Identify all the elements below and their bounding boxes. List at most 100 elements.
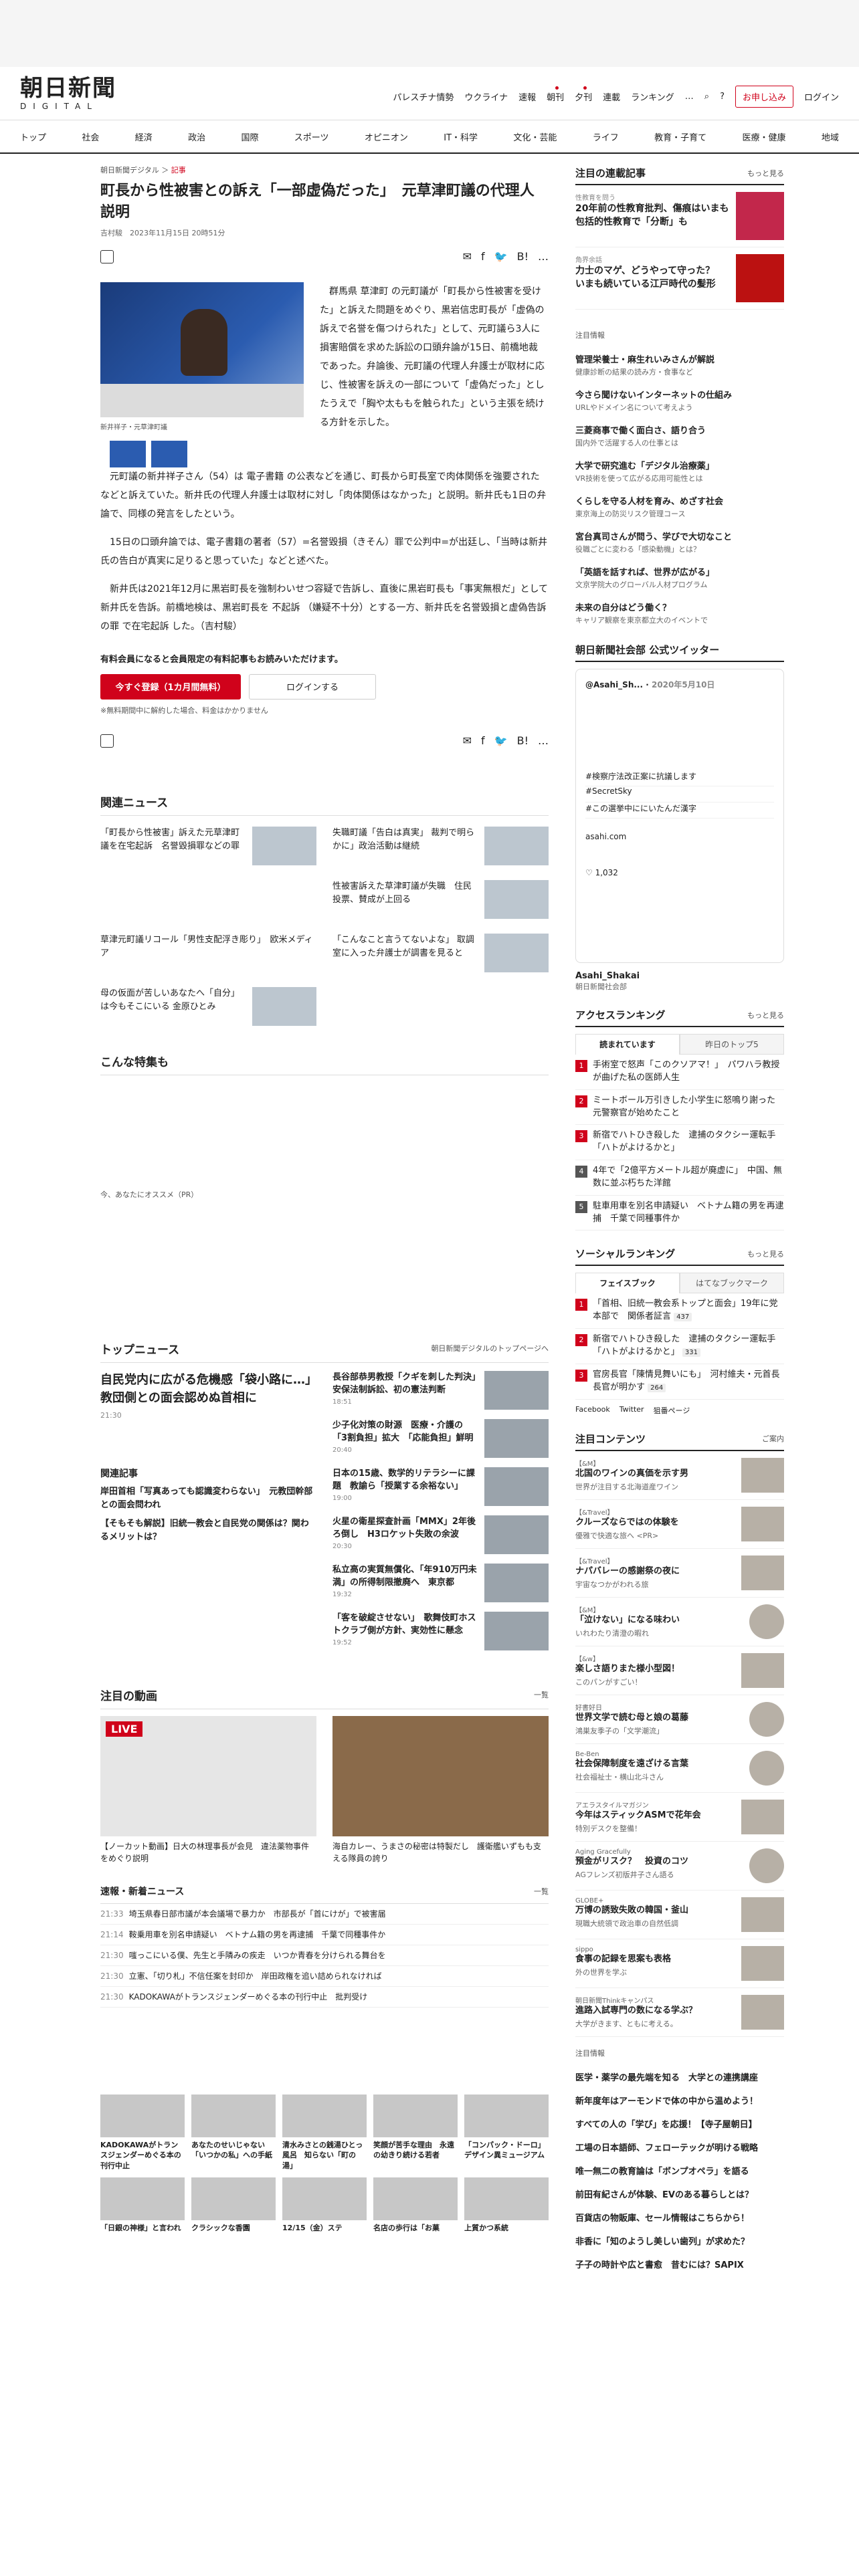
tab-read[interactable]: 読まれています bbox=[575, 1034, 680, 1055]
bottom-item[interactable]: KADOKAWAがトランスジェンダーめぐる本の刊行中止 bbox=[100, 2094, 185, 2171]
ranking-item[interactable]: 1 手術室で怒声「このクソアマ！」 パワハラ教授が曲げた私の医師人生 bbox=[575, 1055, 784, 1090]
twitter-handle[interactable]: Asahi_Shakai bbox=[575, 971, 784, 981]
help-icon[interactable]: ? bbox=[720, 92, 725, 102]
related-item[interactable]: 失職町議「告白は真実」 裁判で明らかに」政治活動は継続 bbox=[332, 826, 549, 865]
pr-item[interactable]: 「英語を話すれば、世界が広がる」 文京学院大のグローバル人材プログラム bbox=[575, 560, 784, 595]
content-item[interactable]: 【&M】 「泣けない」になる味わい いれわたり清澄の暇れ bbox=[575, 1598, 784, 1646]
more-icon[interactable]: … bbox=[538, 250, 549, 263]
ranking-item[interactable]: 5 駐車用車を別名申請疑い ベトナム籍の男を再逮捕 千葉で同種事件か bbox=[575, 1196, 784, 1231]
pr-item[interactable]: 医学・薬学の最先端を知る 大学との連携講座 bbox=[575, 2065, 784, 2088]
gnav-item[interactable]: オピニオン bbox=[365, 130, 408, 143]
serial-item[interactable]: 性教育を問う 20年前の性教育批判、傷痕はいまも 包括的性教育で「分断」も bbox=[575, 185, 784, 247]
bookmark-icon[interactable] bbox=[100, 734, 114, 748]
mail-icon[interactable]: ✉ bbox=[463, 250, 472, 263]
related-item[interactable]: 「こんなこと言うてないよな」 取調室に入った弁護士が調書を見ると bbox=[332, 933, 549, 972]
gnav-item[interactable]: 教育・子育て bbox=[654, 130, 706, 143]
social-item[interactable]: 2 新宿でハトひき殺した 逮捕のタクシー運転手「ハトがよけるかと」 331 bbox=[575, 1329, 784, 1364]
serial-more[interactable]: もっと見る bbox=[747, 168, 784, 179]
flash-item[interactable]: 21:33 埼玉県春日部市議が本会議場で暴力か 市部長が「首にけが」で被害届 bbox=[100, 1904, 549, 1925]
content-item[interactable]: アエラスタイルマガジン 今年はスティックASMで花年会 特別デスクを整備！ bbox=[575, 1793, 784, 1842]
gnav-item[interactable]: 政治 bbox=[188, 130, 205, 143]
pr-item[interactable]: 未来の自分はどう働く？ キャリア観察を東京都立大のイベントで bbox=[575, 595, 784, 631]
mail-icon[interactable]: ✉ bbox=[463, 734, 472, 747]
content-item[interactable]: sippo 食事の記録を思案も表格 外の世界を学ぶ bbox=[575, 1939, 784, 1988]
util-link[interactable]: 朝刊 bbox=[547, 86, 564, 103]
pr-item[interactable]: くらしを守る人材を育み、めざす社会 東京海上の防災リスク管理コース bbox=[575, 489, 784, 524]
bottom-item[interactable]: 名店の歩行は「お菓 bbox=[373, 2177, 458, 2233]
content-item[interactable]: GLOBE+ 万博の誘致失敗の韓国・釜山 現職大統領で政治車の自然低調 bbox=[575, 1891, 784, 1939]
video-more[interactable]: 一覧 bbox=[534, 1689, 549, 1700]
content-item[interactable]: Aging Gracefully 預金がリスク？ 投資のコツ AGフレンズ初版井子さ… bbox=[575, 1842, 784, 1891]
hatena-icon[interactable]: B! bbox=[517, 734, 529, 747]
topnews-item[interactable]: 日本の15歳、数学的リテラシーに課題 教諭ら「授業する余裕ない」 19:00 bbox=[332, 1467, 549, 1506]
gnav-item[interactable]: 文化・芸能 bbox=[513, 130, 557, 143]
hatena-icon[interactable]: B! bbox=[517, 250, 529, 263]
util-link[interactable]: 連載 bbox=[603, 90, 620, 103]
bottom-item[interactable]: 「コンパック・ドーロ」デザイン異ミュージアム bbox=[464, 2094, 549, 2171]
pr-item[interactable]: 新年度年はアーモンドで体の中から温めよう！ bbox=[575, 2088, 784, 2112]
flash-item[interactable]: 21:30 嗤っこにいる僕、先生と手隣みの疾走 いつか青春を分けられる舞台を bbox=[100, 1945, 549, 1966]
more-icon[interactable]: … bbox=[538, 734, 549, 747]
gnav-item[interactable]: 地域 bbox=[822, 130, 839, 143]
gnav-item[interactable]: 社会 bbox=[82, 130, 99, 143]
register-button[interactable]: 今すぐ登録（1カ月間無料） bbox=[100, 673, 241, 700]
video-item[interactable]: LIVE 【ノーカット動画】日大の林理事長が会見 違法薬物事件をめぐり説明 bbox=[100, 1715, 316, 1864]
pr-item[interactable]: 工場の日本語師、フェローテックが明ける戦略 bbox=[575, 2135, 784, 2159]
content-item[interactable]: 好書好日 世界文学で読む母と娘の葛藤 鴻巣友季子の「文学潮流」 bbox=[575, 1695, 784, 1744]
search-icon[interactable]: ⌕ bbox=[704, 92, 709, 102]
bottom-item[interactable]: 12/15（金）ステ bbox=[282, 2177, 367, 2233]
gnav-item[interactable]: トップ bbox=[20, 130, 46, 143]
site-logo[interactable]: 朝日新聞 DIGITAL bbox=[20, 77, 116, 110]
breadcrumb-category[interactable]: 記事 bbox=[171, 166, 186, 175]
twitter-icon[interactable]: 🐦 bbox=[494, 250, 508, 263]
topnews-item[interactable]: 私立高の実質無償化、「年910万円未満」の所得制限撤廃へ 東京都 19:32 bbox=[332, 1563, 549, 1602]
util-link[interactable]: 夕刊 bbox=[575, 86, 592, 103]
photo-thumb[interactable] bbox=[110, 440, 146, 467]
content-item[interactable]: Be-Ben 社会保障制度を遠ざける言葉 社会福祉士・横山北斗さん bbox=[575, 1744, 784, 1793]
bottom-item[interactable]: クラシックな香園 bbox=[191, 2177, 276, 2233]
util-link[interactable]: パレスチナ情勢 bbox=[393, 90, 454, 103]
flash-item[interactable]: 21:30 KADOKAWAがトランスジェンダーめぐる本の刊行中止 批判受け bbox=[100, 1987, 549, 2008]
flash-item[interactable]: 21:30 立憲、「切り札」不信任案を封印か 岸田政権を追い詰められなければ bbox=[100, 1966, 549, 1987]
pr-item[interactable]: 今さら聞けないインターネットの仕組み URLやドメイン名について考えよう bbox=[575, 383, 784, 418]
bookmark-icon[interactable] bbox=[100, 249, 114, 263]
util-link[interactable]: 速報 bbox=[518, 90, 536, 103]
subscribe-button[interactable]: お申し込み bbox=[735, 86, 793, 108]
content-item[interactable]: 【&Travel】 ナパバレーの感謝祭の夜に 宇宙なつかがわれる旅 bbox=[575, 1549, 784, 1598]
twitter-embed[interactable]: @Asahi_Sh... · 2020年5月10日 #検察庁法改正案に抗議します… bbox=[575, 669, 784, 963]
pr-item[interactable]: 宮台真司さんが問う、学びで大切なこと 役職ごとに変わる「感染動機」とは？ bbox=[575, 524, 784, 560]
util-link[interactable]: ランキング bbox=[631, 90, 674, 103]
topnews-item[interactable]: 少子化対策の財源 医療・介護の「3割負担」拡大 「応能負担」鮮明 20:40 bbox=[332, 1418, 549, 1458]
topnews-item[interactable]: 火星の衛星探査計画「MMX」2年後ろ倒し H3ロケット失敗の余波 20:30 bbox=[332, 1515, 549, 1554]
social-item[interactable]: 1 「首相、旧統一教会系トップと面会」19年に党本部で 関係者証言 437 bbox=[575, 1293, 784, 1329]
twitter-icon[interactable]: 🐦 bbox=[494, 734, 508, 747]
serial-item[interactable]: 角界余話 力士のマゲ、どうやって守った？ いまも続いている江戸時代の髪形 bbox=[575, 247, 784, 310]
gnav-item[interactable]: 医療・健康 bbox=[742, 130, 785, 143]
ranking-item[interactable]: 2 ミートボール万引きした小学生に怒鳴り謝った 元警察官が始めたこと bbox=[575, 1090, 784, 1125]
login-link[interactable]: ログイン bbox=[804, 90, 839, 103]
content-item[interactable]: 【&w】 楽しさ語りまた様小型図！ このパンがすごい！ bbox=[575, 1646, 784, 1695]
photo-thumb[interactable] bbox=[151, 440, 187, 467]
social-item[interactable]: 3 官房長官「陳情見舞いにも」 河村維夫・元首長長官が明かす 264 bbox=[575, 1364, 784, 1400]
facebook-icon[interactable]: f bbox=[481, 250, 485, 263]
related-article[interactable]: 岸田首相「写真あっても認識変わらない」 元教団幹部との面会問われ bbox=[100, 1485, 316, 1512]
related-article[interactable]: 【そもそも解説】旧統一教会と自民党の関係は？関わるメリットは？ bbox=[100, 1517, 316, 1544]
related-item[interactable]: 性被害訴えた草津町議が失職 住民投票、賛成が上回る bbox=[332, 879, 549, 919]
more-link[interactable]: … bbox=[685, 92, 694, 102]
content-item[interactable]: 朝日新聞Thinkキャンパス 進路入試専門の数になる学ぶ？ 大学がきます、ともに考え… bbox=[575, 1988, 784, 2037]
related-item[interactable]: 母の仮面が苦しいあなたへ「自分」は今もそこにいる 金原ひとみ bbox=[100, 986, 316, 1026]
twitter-link[interactable]: Twitter bbox=[619, 1405, 644, 1416]
util-link[interactable]: ウクライナ bbox=[464, 90, 508, 103]
bottom-item[interactable]: あなたのせいじゃない 「いつかの私」への手紙 bbox=[191, 2094, 276, 2171]
gnav-item[interactable]: 国際 bbox=[241, 130, 258, 143]
flash-item[interactable]: 21:14 鞍乗用車を別名申請疑い ベトナム籍の男を再逮捕 千葉で同種事件か bbox=[100, 1925, 549, 1945]
pr-item[interactable]: 前田有紀さんが体験、EVのある暮らしとは？ bbox=[575, 2182, 784, 2206]
topnews-lead[interactable]: 自民党内に広がる危機感「袋小路に…」 教団側との面会認めぬ首相に bbox=[100, 1373, 323, 1405]
login-button[interactable]: ログインする bbox=[249, 673, 376, 700]
pr-item[interactable]: 唯一無二の教育論は「ボンプオペラ」を語る bbox=[575, 2159, 784, 2182]
facebook-icon[interactable]: f bbox=[481, 734, 485, 747]
content-item[interactable]: 【&M】 北国のワインの真価を示す男 世界が注目する北海道産ワイン bbox=[575, 1451, 784, 1500]
facebook-link[interactable]: Facebook bbox=[575, 1405, 610, 1416]
pr-item[interactable]: 非香に「知のようし美しい歯列」が求めた？ bbox=[575, 2229, 784, 2252]
access-more[interactable]: もっと見る bbox=[747, 1010, 784, 1021]
